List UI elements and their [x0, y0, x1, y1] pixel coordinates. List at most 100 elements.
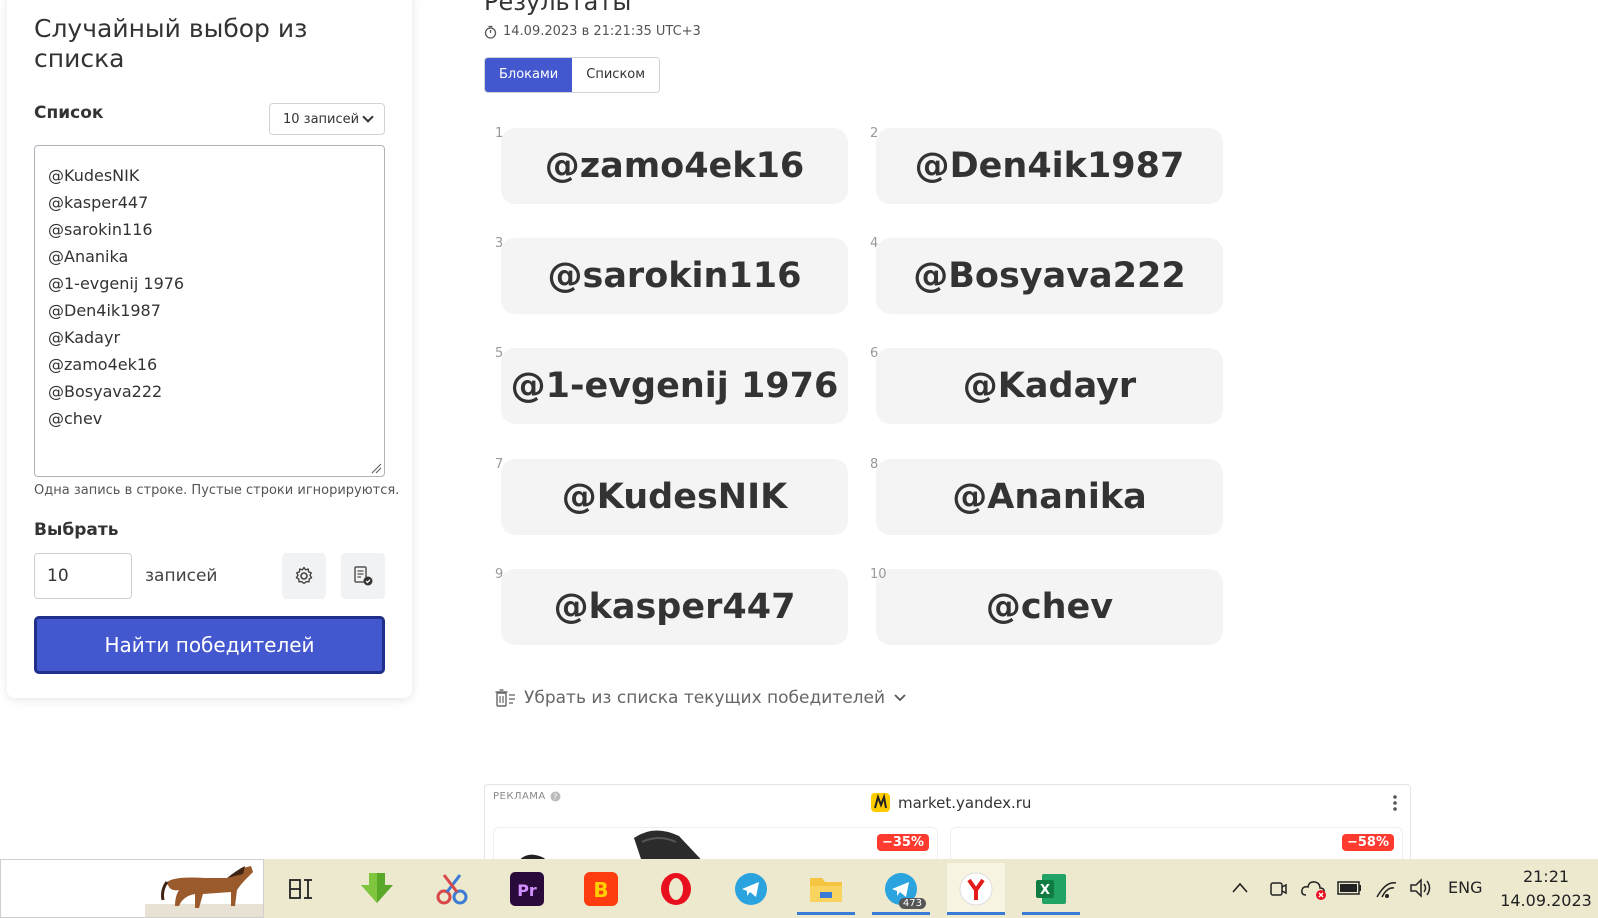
records-label: записей — [145, 566, 218, 586]
yandex-browser-icon — [959, 872, 993, 906]
winner-name: @Kadayr — [876, 348, 1223, 424]
timestamp-text: 14.09.2023 в 21:21:35 UTC+3 — [503, 24, 701, 39]
remove-winners-toggle[interactable]: Убрать из списка текущих победителей — [494, 688, 907, 708]
winner-number: 4 — [870, 236, 879, 251]
pick-label: Выбрать — [34, 520, 119, 540]
results-timestamp: 14.09.2023 в 21:21:35 UTC+3 — [484, 24, 701, 39]
entries-count-value: 10 записей — [283, 111, 360, 127]
list-textarea[interactable]: @KudesNIK @kasper447 @sarokin116 @Ananik… — [34, 145, 385, 477]
winner-name: @zamo4ek16 — [501, 128, 848, 204]
taskbar-premiere-pro[interactable]: Pr — [498, 863, 556, 915]
wifi-icon[interactable] — [1374, 877, 1398, 899]
winner-number: 3 — [495, 236, 504, 251]
settings-button[interactable] — [282, 553, 326, 599]
list-line: @zamo4ek16 — [48, 355, 158, 374]
resize-grip-icon[interactable] — [370, 462, 382, 474]
view-toggle: Блоками Списком — [484, 57, 661, 93]
winner-number: 8 — [870, 457, 879, 472]
excel-icon: X — [1036, 874, 1066, 904]
telegram-badge: 473 — [898, 898, 926, 909]
panel-title: Случайный выбор из списка — [34, 14, 308, 73]
clock-date: 14.09.2023 — [1500, 891, 1592, 910]
winner-number: 5 — [495, 346, 504, 361]
meet-now-icon[interactable] — [1268, 877, 1288, 899]
winner-number: 2 — [870, 126, 879, 141]
save-list-button[interactable] — [341, 553, 385, 599]
list-line: @1-evgenij 1976 — [48, 274, 185, 293]
winner-name: @1-evgenij 1976 — [501, 348, 848, 424]
winner-name: @Den4ik1987 — [876, 128, 1223, 204]
winner-card: @sarokin116 3 — [493, 232, 848, 314]
document-check-icon — [354, 566, 373, 586]
taskbar-brave[interactable]: B — [572, 863, 630, 915]
winner-number: 10 — [870, 567, 887, 582]
taskbar-download-manager[interactable] — [348, 863, 406, 915]
volume-icon[interactable] — [1409, 877, 1433, 899]
horse-illustration-icon — [145, 866, 263, 917]
winner-number: 7 — [495, 457, 504, 472]
winner-number: 1 — [495, 126, 504, 141]
svg-text:B: B — [593, 878, 608, 902]
ad-domain[interactable]: market.yandex.ru — [871, 793, 1031, 812]
list-line: @Den4ik1987 — [48, 301, 161, 320]
entries-count-select[interactable]: 10 записей — [269, 103, 385, 135]
battery-icon[interactable] — [1337, 879, 1363, 897]
taskbar-snipping-tool[interactable] — [423, 863, 481, 915]
view-list-button[interactable]: Списком — [572, 58, 660, 92]
winner-number: 6 — [870, 346, 879, 361]
winner-card: @Den4ik1987 2 — [868, 122, 1223, 204]
chevron-up-icon[interactable] — [1231, 881, 1249, 895]
chevron-down-icon — [362, 111, 374, 123]
windows-taskbar: Pr B 473 X ENG 21:21 14.09.2023 — [0, 859, 1598, 918]
opera-icon — [661, 873, 691, 905]
winner-card: @KudesNIK 7 — [493, 453, 848, 535]
active-indicator — [1022, 912, 1080, 915]
winner-card: @chev 10 — [868, 563, 1223, 645]
taskbar-telegram-2[interactable]: 473 — [872, 863, 930, 915]
taskbar-telegram[interactable] — [722, 863, 780, 915]
winner-card: @Kadayr 6 — [868, 342, 1223, 424]
pick-count-input[interactable]: 10 — [34, 553, 132, 599]
taskbar-excel[interactable]: X — [1022, 863, 1080, 915]
winner-number: 9 — [495, 567, 504, 582]
taskbar-opera[interactable] — [647, 863, 705, 915]
discount-badge: −35% — [876, 834, 929, 851]
settings-panel: Случайный выбор из списка Список 10 запи… — [7, 0, 412, 698]
view-blocks-button[interactable]: Блоками — [485, 58, 573, 92]
more-vertical-icon[interactable] — [1392, 793, 1398, 813]
list-line: @sarokin116 — [48, 220, 153, 239]
svg-text:?: ? — [553, 793, 558, 802]
yandex-market-logo-icon — [871, 793, 890, 812]
ad-tag: РЕКЛАМА ? — [493, 791, 561, 802]
winner-name: @Bosyava222 — [876, 238, 1223, 314]
taskbar-yandex-browser[interactable] — [947, 863, 1005, 915]
page: Случайный выбор из списка Список 10 запи… — [0, 0, 1598, 918]
winner-name: @sarokin116 — [501, 238, 848, 314]
find-winners-button[interactable]: Найти победителей — [34, 616, 385, 674]
language-indicator[interactable]: ENG — [1448, 878, 1482, 897]
discount-badge: −58% — [1341, 834, 1394, 851]
winner-card: @1-evgenij 1976 5 — [493, 342, 848, 424]
chevron-down-icon — [894, 694, 906, 702]
list-line: @Bosyava222 — [48, 382, 163, 401]
taskbar-search-box[interactable] — [0, 859, 264, 918]
ad-domain-text: market.yandex.ru — [898, 793, 1032, 812]
cloud-error-icon[interactable] — [1300, 877, 1328, 901]
taskbar-clock[interactable]: 21:21 14.09.2023 — [1500, 865, 1592, 913]
snipping-tool-icon — [436, 874, 468, 905]
taskbar-task-view[interactable] — [272, 863, 330, 915]
brave-icon: B — [584, 872, 618, 906]
svg-text:X: X — [1040, 883, 1050, 898]
list-label: Список — [34, 103, 104, 123]
list-line: @KudesNIK — [48, 166, 140, 185]
winner-name: @Ananika — [876, 459, 1223, 535]
list-hint: Одна запись в строке. Пустые строки игно… — [34, 483, 400, 498]
task-view-icon — [289, 879, 312, 899]
list-line: @Ananika — [48, 247, 129, 266]
taskbar-file-explorer[interactable] — [797, 863, 855, 915]
active-indicator — [947, 912, 1005, 915]
trash-list-icon — [495, 689, 515, 707]
winner-name: @chev — [876, 569, 1223, 645]
info-icon[interactable]: ? — [550, 791, 561, 802]
winner-card: @Ananika 8 — [868, 453, 1223, 535]
